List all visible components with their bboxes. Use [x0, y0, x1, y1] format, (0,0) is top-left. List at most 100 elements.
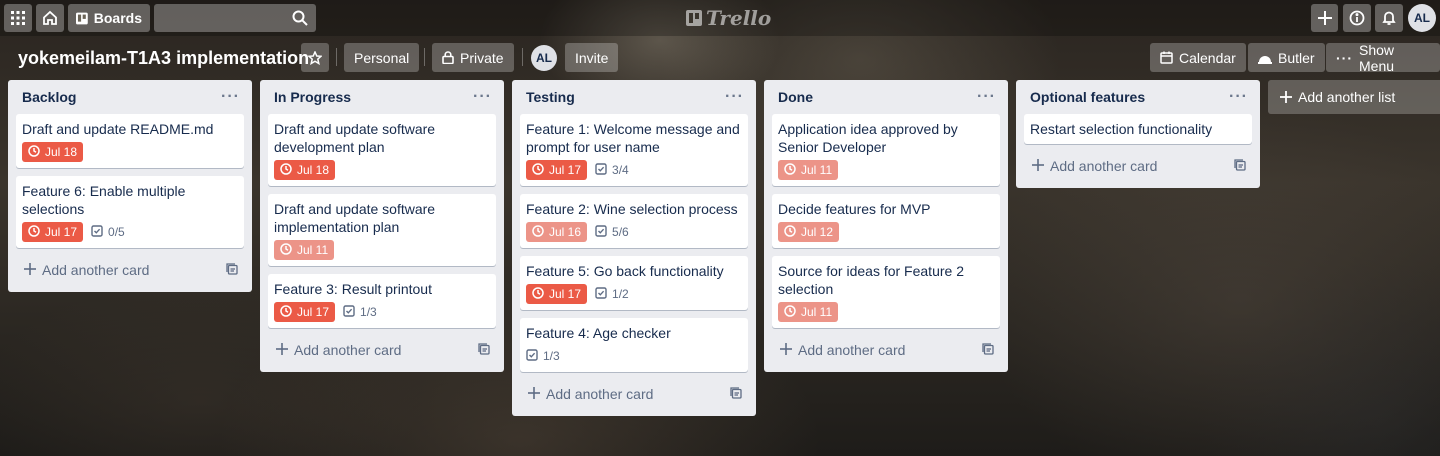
- due-date-badge[interactable]: Jul 18: [274, 160, 336, 180]
- list-title[interactable]: Done: [778, 89, 813, 105]
- add-card-button[interactable]: Add another card: [520, 380, 748, 408]
- checklist-icon: [343, 304, 355, 320]
- checklist-icon: [595, 224, 607, 240]
- card[interactable]: Feature 3: Result printout Jul 17 1/3: [268, 274, 496, 328]
- list-column: Optional features ··· Restart selection fu…: [1016, 80, 1260, 188]
- card-title: Feature 5: Go back functionality: [526, 263, 724, 279]
- checklist-badge: 1/2: [595, 284, 629, 304]
- add-card-button[interactable]: Add another card: [16, 256, 244, 284]
- add-card-button[interactable]: Add another card: [268, 336, 496, 364]
- boards-button[interactable]: Boards: [68, 4, 150, 32]
- list-column: In Progress ··· Draft and update software …: [260, 80, 504, 372]
- calendar-button[interactable]: Calendar: [1150, 43, 1246, 72]
- card[interactable]: Decide features for MVP Jul 12: [772, 194, 1000, 248]
- due-date-text: Jul 18: [45, 145, 78, 159]
- due-date-badge[interactable]: Jul 17: [274, 302, 336, 322]
- due-date-text: Jul 18: [297, 163, 330, 177]
- due-date-badge[interactable]: Jul 11: [274, 240, 335, 260]
- clock-icon: [280, 304, 292, 320]
- butler-button[interactable]: Butler: [1248, 43, 1325, 72]
- notifications-button[interactable]: [1375, 4, 1403, 32]
- add-card-label: Add another card: [798, 342, 906, 358]
- member-avatar[interactable]: AL: [531, 45, 557, 71]
- add-card-button[interactable]: Add another card: [1024, 152, 1252, 180]
- show-menu-button[interactable]: ··· Show Menu: [1326, 42, 1440, 74]
- card[interactable]: Draft and update README.md Jul 18: [16, 114, 244, 168]
- privacy-label: Private: [460, 49, 504, 66]
- card-template-icon[interactable]: [1234, 158, 1246, 174]
- card-title: Draft and update README.md: [22, 121, 214, 137]
- checklist-icon: [91, 224, 103, 240]
- due-date-badge[interactable]: Jul 11: [778, 160, 839, 180]
- add-card-button[interactable]: Add another card: [772, 336, 1000, 364]
- invite-button[interactable]: Invite: [565, 43, 619, 72]
- card-template-icon[interactable]: [730, 386, 742, 402]
- card-badges: Jul 11: [778, 160, 992, 180]
- checklist-icon: [595, 162, 607, 178]
- due-date-badge[interactable]: Jul 17: [526, 284, 588, 304]
- list-column: Backlog ··· Draft and update README.md Jul …: [8, 80, 252, 292]
- due-date-badge[interactable]: Jul 17: [22, 222, 84, 242]
- add-list-button[interactable]: Add another list: [1268, 80, 1440, 114]
- card[interactable]: Feature 1: Welcome message and prompt fo…: [520, 114, 748, 186]
- checklist-badge: 5/6: [595, 222, 629, 242]
- search-icon[interactable]: [292, 10, 308, 26]
- list-column: Testing ··· Feature 1: Welcome message and…: [512, 80, 756, 416]
- info-button[interactable]: [1343, 4, 1371, 32]
- card-badges: Jul 17 3/4: [526, 160, 740, 180]
- clock-icon: [532, 286, 544, 302]
- list-title[interactable]: In Progress: [274, 89, 351, 105]
- user-avatar[interactable]: AL: [1408, 4, 1436, 32]
- card[interactable]: Draft and update software development pl…: [268, 114, 496, 186]
- clock-icon: [532, 162, 544, 178]
- add-list-label: Add another list: [1298, 89, 1396, 105]
- home-button[interactable]: [36, 4, 64, 32]
- list-menu-icon[interactable]: ···: [977, 88, 996, 106]
- due-date-badge[interactable]: Jul 12: [778, 222, 840, 242]
- checklist-count: 5/6: [612, 225, 629, 239]
- due-date-badge[interactable]: Jul 16: [526, 222, 588, 242]
- card[interactable]: Feature 2: Wine selection process Jul 16 5…: [520, 194, 748, 248]
- card[interactable]: Draft and update software implementation…: [268, 194, 496, 266]
- apps-button[interactable]: [4, 4, 32, 32]
- card[interactable]: Source for ideas for Feature 2 selection…: [772, 256, 1000, 328]
- clock-icon: [280, 162, 292, 178]
- calendar-icon: [1160, 51, 1173, 64]
- add-card-left: Add another card: [1032, 158, 1157, 174]
- card-badges: Jul 18: [274, 160, 488, 180]
- trello-logo[interactable]: Trello: [686, 6, 771, 30]
- board-title[interactable]: yokemeilam-T1A3 implementation: [10, 42, 317, 74]
- top-nav: Boards Trello AL: [0, 0, 1440, 36]
- card-title: Application idea approved by Senior Deve…: [778, 121, 958, 155]
- due-date-text: Jul 17: [549, 287, 582, 301]
- list-title[interactable]: Optional features: [1030, 89, 1145, 105]
- list-menu-icon[interactable]: ···: [725, 88, 744, 106]
- card[interactable]: Application idea approved by Senior Deve…: [772, 114, 1000, 186]
- list-column: Done ··· Application idea approved by Seni…: [764, 80, 1008, 372]
- card-template-icon[interactable]: [226, 262, 238, 278]
- home-icon: [43, 10, 57, 25]
- add-card-left: Add another card: [528, 386, 653, 402]
- card[interactable]: Feature 4: Age checker 1/3: [520, 318, 748, 372]
- create-button[interactable]: [1311, 4, 1338, 32]
- list-menu-icon[interactable]: ···: [473, 88, 492, 106]
- list-title[interactable]: Backlog: [22, 89, 76, 105]
- card[interactable]: Feature 6: Enable multiple selections Jul…: [16, 176, 244, 248]
- team-visibility-button[interactable]: Personal: [344, 43, 420, 72]
- star-button[interactable]: [301, 43, 329, 72]
- bell-icon: [1382, 11, 1396, 25]
- due-date-badge[interactable]: Jul 17: [526, 160, 588, 180]
- list-menu-icon[interactable]: ···: [1229, 88, 1248, 106]
- due-date-badge[interactable]: Jul 11: [778, 302, 839, 322]
- card-template-icon[interactable]: [982, 342, 994, 358]
- card-template-icon[interactable]: [478, 342, 490, 358]
- due-date-badge[interactable]: Jul 18: [22, 142, 84, 162]
- card[interactable]: Feature 5: Go back functionality Jul 17 1/…: [520, 256, 748, 310]
- due-date-text: Jul 11: [297, 243, 329, 257]
- privacy-button[interactable]: Private: [432, 43, 514, 72]
- list-title[interactable]: Testing: [526, 89, 575, 105]
- card[interactable]: Restart selection functionality: [1024, 114, 1252, 144]
- list-menu-icon[interactable]: ···: [221, 88, 240, 106]
- checklist-count: 1/3: [360, 305, 377, 319]
- add-card-left: Add another card: [276, 342, 401, 358]
